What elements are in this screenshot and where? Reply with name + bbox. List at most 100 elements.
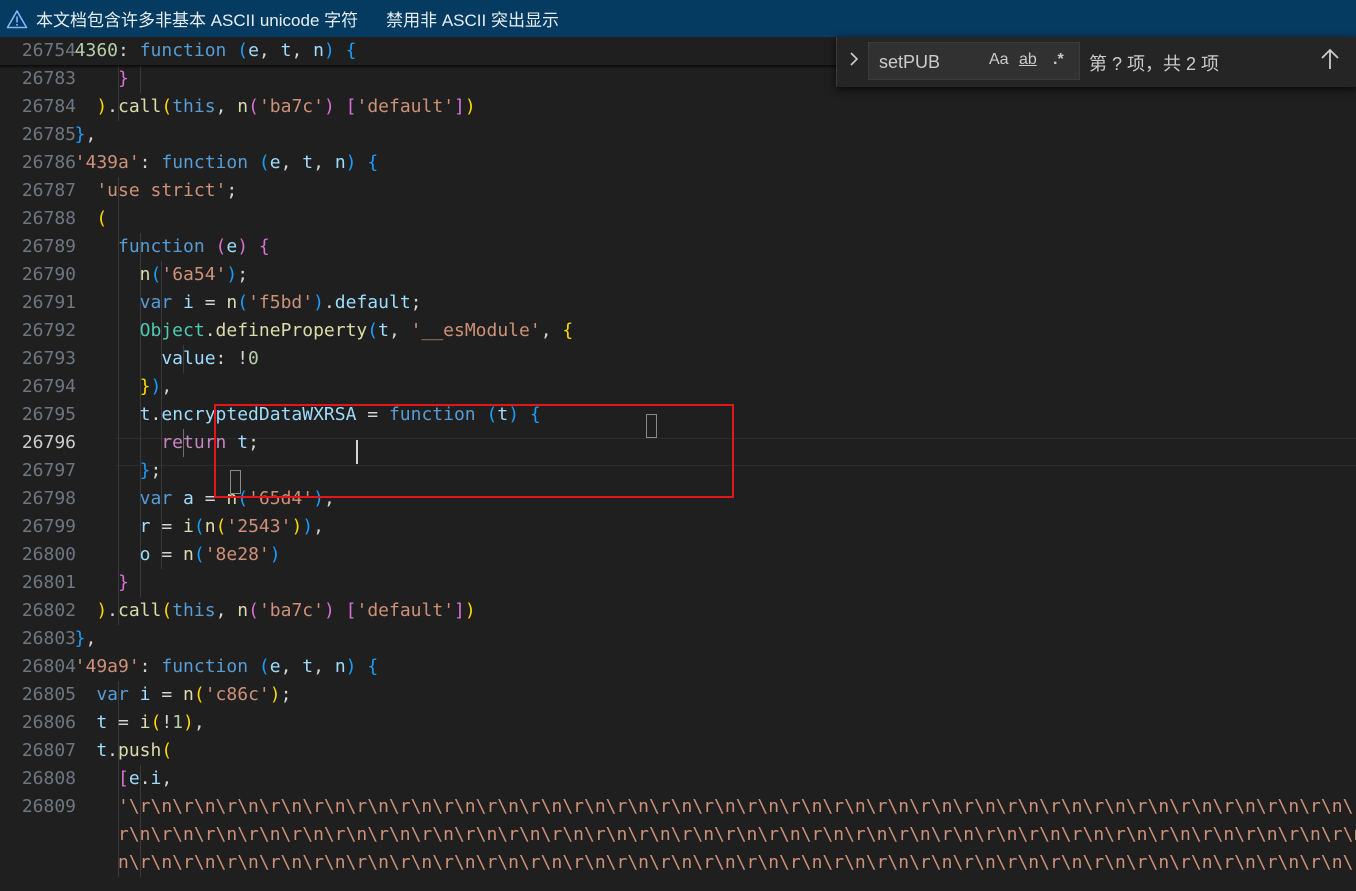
code-text: '439a': function (e, t, n) { bbox=[75, 149, 379, 177]
code-line[interactable]: 26788 ( bbox=[0, 205, 1356, 233]
find-input[interactable]: setPUB Aa ab .* bbox=[868, 42, 1080, 80]
code-token: call bbox=[118, 600, 162, 621]
match-case-button[interactable]: Aa bbox=[989, 51, 1009, 73]
code-token: 4360 bbox=[74, 40, 118, 61]
code-token: , bbox=[313, 656, 335, 677]
code-token: ( bbox=[367, 320, 379, 341]
code-line[interactable]: 26787 'use strict'; bbox=[0, 177, 1356, 205]
code-text: o = n('8e28') bbox=[140, 541, 281, 569]
code-line[interactable]: 26802).call(this, n('ba7c') ['default']) bbox=[0, 597, 1356, 625]
code-line[interactable]: r\n\r\n\r\n\r\n\r\n\r\n\r\n\r\n\r\n\r\n\… bbox=[0, 821, 1356, 849]
code-token: n bbox=[226, 292, 238, 313]
code-line[interactable]: 26799 r = i(n('2543')), bbox=[0, 513, 1356, 541]
code-token: 'default' bbox=[356, 600, 455, 621]
code-line[interactable]: 26792 Object.defineProperty(t, '__esModul… bbox=[0, 317, 1356, 345]
code-text: '\r\n\r\n\r\n\r\n\r\n\r\n\r\n\r\n\r\n\r\… bbox=[118, 793, 1356, 821]
banner-message: 本文档包含许多非基本 ASCII unicode 字符 bbox=[36, 11, 359, 30]
code-token: ) bbox=[96, 96, 108, 117]
toggle-replace-chevron-icon[interactable] bbox=[843, 49, 865, 73]
code-line[interactable]: 26800 o = n('8e28') bbox=[0, 541, 1356, 569]
code-line[interactable]: 26793 value: !0 bbox=[0, 345, 1356, 373]
find-input-value: setPUB bbox=[879, 52, 941, 72]
code-line[interactable]: 26806 t = i(!1), bbox=[0, 709, 1356, 737]
code-line[interactable]: 26790 n('6a54'); bbox=[0, 261, 1356, 289]
line-number: 26797 bbox=[21, 460, 76, 481]
code-token: . bbox=[139, 768, 151, 789]
code-token: , bbox=[258, 40, 281, 61]
code-text: r = i(n('2543')), bbox=[140, 513, 324, 541]
code-token: ) bbox=[291, 516, 303, 537]
code-line[interactable]: 26794}), bbox=[0, 373, 1356, 401]
code-line[interactable]: 26785}, bbox=[0, 121, 1356, 149]
line-number: 26809 bbox=[21, 796, 76, 817]
code-text: }, bbox=[75, 121, 97, 149]
code-token: ) bbox=[269, 684, 281, 705]
code-token: ( bbox=[248, 96, 259, 117]
previous-match-arrow-up-icon[interactable] bbox=[1317, 45, 1343, 75]
match-whole-word-button[interactable]: ab bbox=[1019, 51, 1037, 73]
code-line[interactable]: 26805 var i = n('c86c'); bbox=[0, 681, 1356, 709]
line-number: 26798 bbox=[21, 488, 76, 509]
disable-non-ascii-highlight-link[interactable]: 禁用非 ASCII 突出显示 bbox=[386, 6, 559, 31]
line-number: 26784 bbox=[21, 96, 76, 117]
code-line[interactable]: 26786'439a': function (e, t, n) { bbox=[0, 149, 1356, 177]
code-token: ) bbox=[302, 516, 314, 537]
code-token: ) bbox=[323, 600, 335, 621]
code-token: n bbox=[334, 152, 346, 173]
line-number: 26795 bbox=[21, 404, 76, 425]
code-token: ) bbox=[345, 152, 357, 173]
code-token: function bbox=[118, 236, 205, 257]
line-number: 26801 bbox=[21, 572, 76, 593]
code-line[interactable]: 26809 '\r\n\r\n\r\n\r\n\r\n\r\n\r\n\r\n\r… bbox=[0, 793, 1356, 821]
code-token: [ bbox=[345, 600, 357, 621]
code-editor[interactable]: 26754 4360: function (e, t, n) {26783} 267… bbox=[0, 37, 1356, 891]
code-line[interactable]: 26789 function (e) { bbox=[0, 233, 1356, 261]
use-regex-button[interactable]: .* bbox=[1053, 51, 1064, 73]
code-line[interactable]: n\r\n\r\n\r\n\r\n\r\n\r\n\r\n\r\n\r\n\r\… bbox=[0, 849, 1356, 877]
code-text: var i = n('f5bd').default; bbox=[140, 289, 422, 317]
code-line[interactable]: 26803}, bbox=[0, 625, 1356, 653]
code-token: var bbox=[96, 684, 129, 705]
code-line[interactable]: 26784).call(this, n('ba7c') ['default']) bbox=[0, 93, 1356, 121]
red-annotation-box bbox=[214, 404, 734, 498]
code-line[interactable]: 26804'49a9': function (e, t, n) { bbox=[0, 653, 1356, 681]
code-token: . bbox=[107, 740, 118, 761]
code-token: a bbox=[183, 488, 194, 509]
code-token: ( bbox=[258, 152, 270, 173]
code-token: } bbox=[139, 376, 151, 397]
code-token: 0 bbox=[248, 348, 259, 369]
code-token: i bbox=[183, 292, 194, 313]
code-token: : ! bbox=[215, 348, 249, 369]
code-token: e bbox=[128, 768, 140, 789]
code-token: t bbox=[378, 320, 389, 341]
code-line[interactable]: 26791 var i = n('f5bd').default; bbox=[0, 289, 1356, 317]
code-token: i bbox=[183, 516, 194, 537]
code-token: this bbox=[172, 96, 216, 117]
code-token: t bbox=[280, 40, 292, 61]
warning-icon bbox=[6, 9, 28, 28]
code-token: t bbox=[96, 712, 108, 733]
code-token: t bbox=[96, 740, 108, 761]
code-token: ) bbox=[183, 712, 194, 733]
code-token: e bbox=[269, 656, 281, 677]
code-token: '2543' bbox=[226, 516, 292, 537]
code-token: '6a54' bbox=[161, 264, 227, 285]
code-token: } bbox=[74, 124, 86, 145]
code-token: . bbox=[204, 320, 216, 341]
code-token: t bbox=[139, 404, 151, 425]
code-token: { bbox=[562, 320, 574, 341]
line-number: 26793 bbox=[21, 348, 76, 369]
code-line[interactable]: 26807 t.push( bbox=[0, 737, 1356, 765]
code-line[interactable]: 26808 [e.i, bbox=[0, 765, 1356, 793]
code-token: n bbox=[183, 544, 194, 565]
code-line[interactable]: 26801} bbox=[0, 569, 1356, 597]
code-token: ( bbox=[96, 208, 108, 229]
code-text: } bbox=[118, 569, 129, 597]
code-token: ) bbox=[237, 236, 249, 257]
code-token: , bbox=[85, 124, 97, 145]
code-token: ) bbox=[323, 96, 335, 117]
